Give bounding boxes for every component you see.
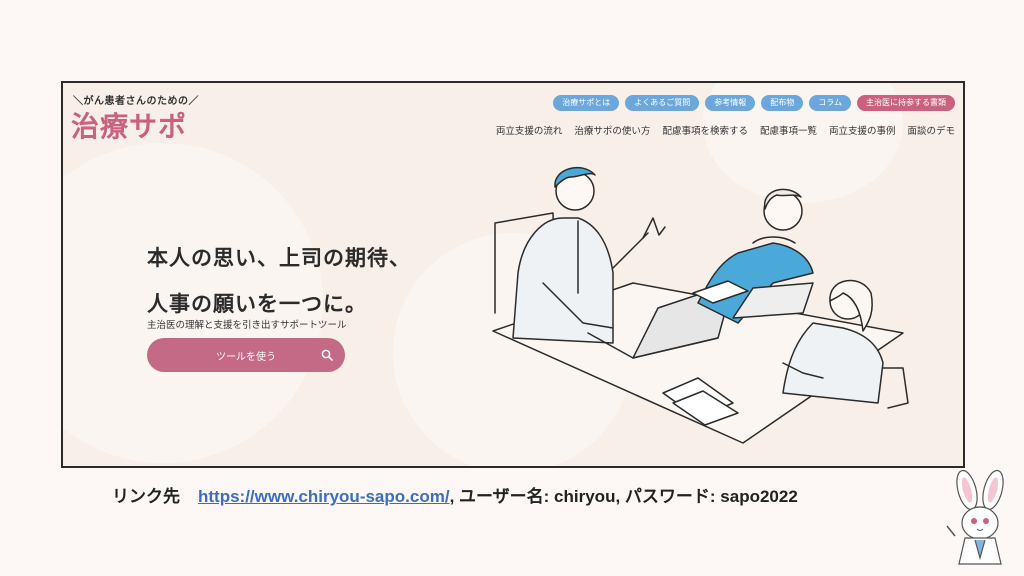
pill-navigation: 治療サポとは よくあるご質問 参考情報 配布物 コラム 主治医に持参する書類 — [553, 95, 955, 111]
use-tool-button-label: ツールを使う — [216, 352, 276, 363]
link-info: リンク先 https://www.chiryou-sapo.com/, ユーザー名… — [112, 482, 798, 507]
hero-subtext: 主治医の理解と支援を引き出すサポートツール — [147, 320, 347, 331]
website-screenshot-frame: ＼がん患者さんのための／ 治療サポ 治療サポとは よくあるご質問 参考情報 配布… — [61, 81, 965, 468]
rabbit-mascot-icon — [946, 469, 1004, 565]
use-tool-button[interactable]: ツールを使う — [147, 338, 345, 372]
pill-nav-about[interactable]: 治療サポとは — [553, 95, 620, 111]
main-navigation: 両立支援の流れ 治療サポの使い方 配慮事項を検索する 配慮事項一覧 両立支援の事… — [496, 123, 955, 137]
nav-item-support-flow[interactable]: 両立支援の流れ — [496, 123, 563, 137]
pill-nav-references[interactable]: 参考情報 — [705, 95, 756, 111]
site-logo[interactable]: 治療サポ — [71, 105, 187, 145]
pill-nav-handouts[interactable]: 配布物 — [761, 95, 804, 111]
search-icon — [321, 349, 333, 361]
nav-item-search-considerations[interactable]: 配慮事項を検索する — [662, 123, 748, 137]
link-prefix: リンク先 — [112, 487, 180, 506]
pill-nav-faq[interactable]: よくあるご質問 — [625, 95, 700, 111]
nav-item-how-to-use[interactable]: 治療サポの使い方 — [574, 123, 650, 137]
hero-headline-line1: 本人の思い、上司の期待、 — [147, 246, 411, 270]
credentials-text: , ユーザー名: chiryou, パスワード: sapo2022 — [449, 487, 798, 506]
nav-item-considerations-list[interactable]: 配慮事項一覧 — [760, 123, 817, 137]
nav-item-case-studies[interactable]: 両立支援の事例 — [829, 123, 896, 137]
meeting-illustration — [492, 166, 909, 444]
hero-headline: 本人の思い、上司の期待、 人事の願いを一つに。 — [147, 235, 411, 327]
pill-nav-column[interactable]: コラム — [809, 95, 851, 111]
pill-nav-doctor-documents[interactable]: 主治医に持参する書類 — [857, 95, 955, 111]
nav-item-interview-demo[interactable]: 面談のデモ — [907, 123, 955, 137]
site-url-link[interactable]: https://www.chiryou-sapo.com/ — [198, 487, 450, 506]
